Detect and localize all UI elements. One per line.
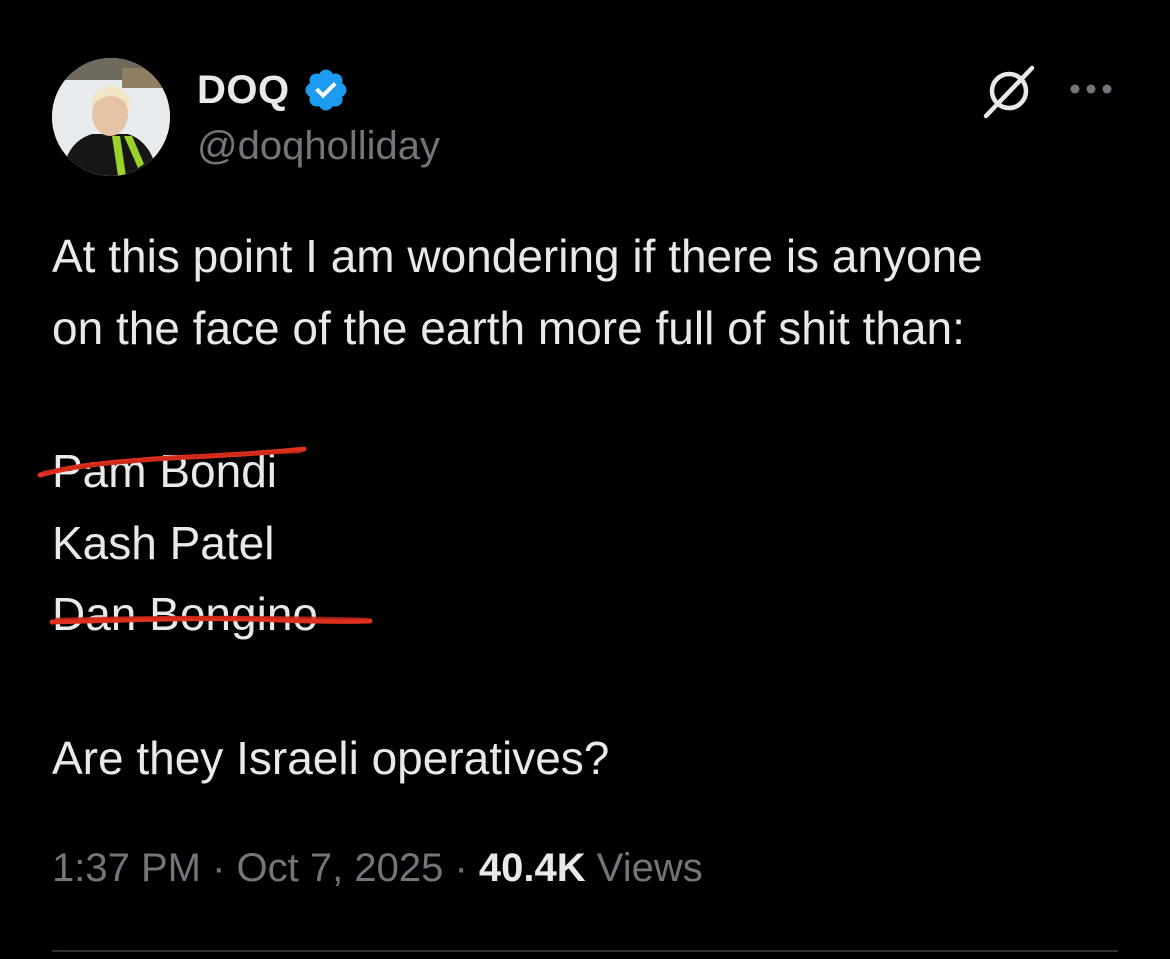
name-text: Dan Bongino	[52, 588, 318, 640]
verified-badge-icon	[305, 69, 347, 111]
more-options-icon[interactable]	[1068, 74, 1114, 104]
author-avatar[interactable]	[52, 58, 170, 176]
name-text: Pam Bondi	[52, 445, 278, 497]
tweet-time[interactable]: 1:37 PM	[52, 846, 201, 890]
name-list-item: Dan Bongino	[49, 586, 373, 642]
author-handle[interactable]: @doqholliday	[197, 124, 440, 169]
separator-dot: ·	[212, 846, 226, 890]
tweet-text-line: Are they Israeli operatives?	[52, 732, 610, 784]
name-list-item: Kash Patel	[52, 517, 275, 569]
author-name[interactable]: DOQ	[197, 68, 290, 113]
tweet-date[interactable]: Oct 7, 2025	[237, 846, 444, 890]
tweet-text-line: on the face of the earth more full of sh…	[52, 302, 965, 354]
tweet-metadata: 1:37 PM · Oct 7, 2025 · 40.4K Views	[52, 846, 703, 891]
name-list-item: Pam Bondi	[37, 443, 307, 499]
grok-icon[interactable]	[980, 62, 1038, 120]
views-count[interactable]: 40.4K	[479, 846, 586, 890]
separator-dot: ·	[454, 846, 468, 890]
divider	[52, 950, 1118, 952]
struck-name: Dan Bongino	[49, 586, 373, 642]
author-name-row[interactable]: DOQ	[197, 66, 350, 114]
struck-name: Pam Bondi	[37, 443, 307, 499]
views-label: Views	[596, 846, 703, 890]
tweet-text-line: At this point I am wondering if there is…	[52, 230, 983, 282]
tweet-card[interactable]: DOQ @doqholliday At this point I am wond…	[0, 0, 1170, 959]
